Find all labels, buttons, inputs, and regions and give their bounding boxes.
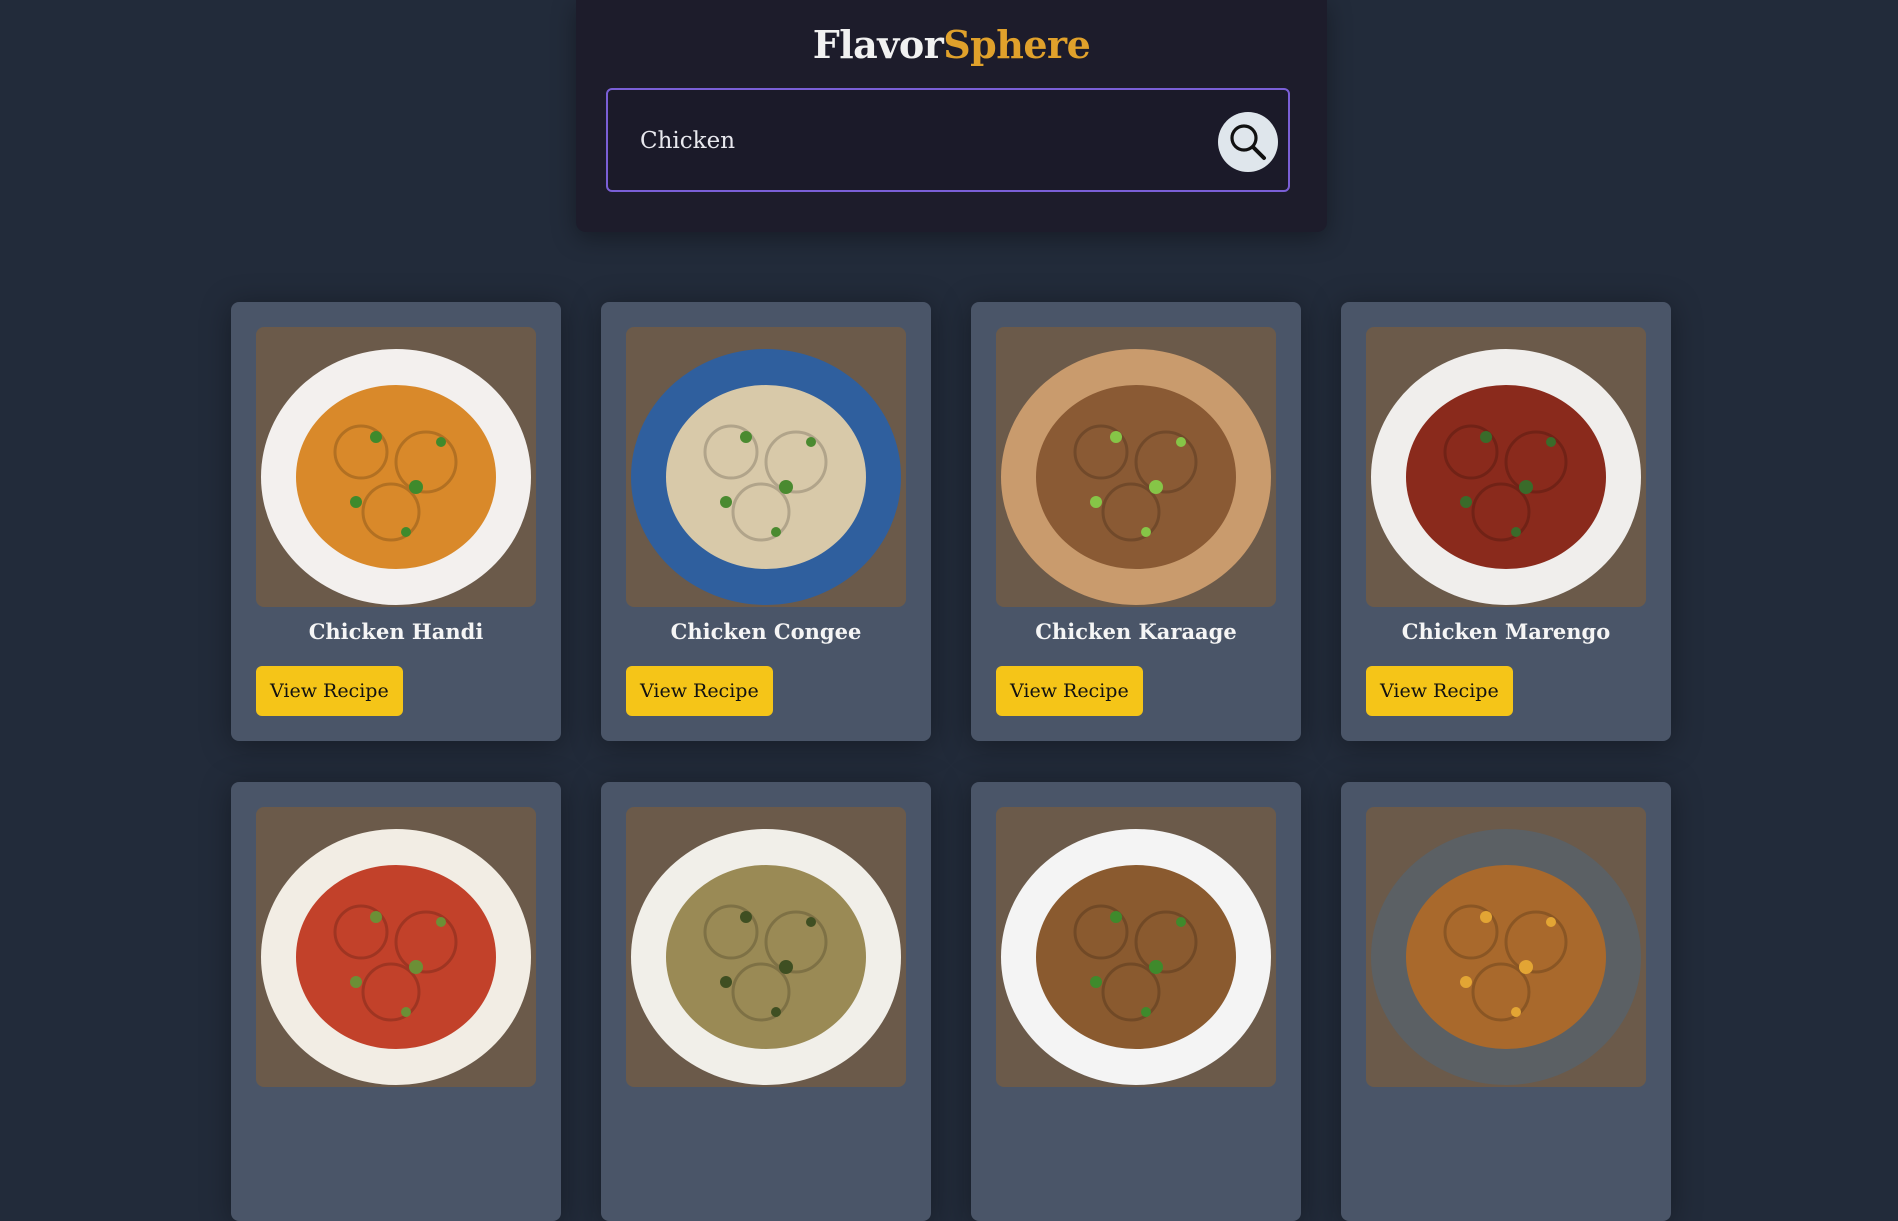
search-icon bbox=[1230, 124, 1266, 160]
recipe-card bbox=[1341, 782, 1671, 1221]
recipe-card bbox=[601, 782, 931, 1221]
recipe-title: Chicken Marengo bbox=[1401, 619, 1611, 644]
search-bar bbox=[606, 88, 1290, 192]
view-recipe-button[interactable]: View Recipe bbox=[626, 666, 773, 716]
search-input[interactable] bbox=[638, 116, 1202, 166]
header-panel: FlavorSphere bbox=[576, 0, 1327, 232]
view-recipe-button[interactable]: View Recipe bbox=[1366, 666, 1513, 716]
recipe-card: Chicken Handi View Recipe bbox=[231, 302, 561, 741]
recipe-image bbox=[256, 327, 536, 607]
recipe-image bbox=[626, 807, 906, 1087]
brand-logo: FlavorSphere bbox=[576, 22, 1327, 67]
recipe-title: Chicken Congee bbox=[670, 619, 862, 644]
view-recipe-button[interactable]: View Recipe bbox=[996, 666, 1143, 716]
recipe-title: Chicken Karaage bbox=[1035, 619, 1237, 644]
search-button[interactable] bbox=[1218, 112, 1278, 172]
recipe-title: Chicken Handi bbox=[308, 619, 484, 644]
recipe-image bbox=[626, 327, 906, 607]
recipe-card: Chicken Karaage View Recipe bbox=[971, 302, 1301, 741]
recipe-image bbox=[1366, 327, 1646, 607]
recipe-image bbox=[996, 807, 1276, 1087]
recipe-card bbox=[971, 782, 1301, 1221]
view-recipe-button[interactable]: View Recipe bbox=[256, 666, 403, 716]
recipe-image bbox=[256, 807, 536, 1087]
recipe-card: Chicken Marengo View Recipe bbox=[1341, 302, 1671, 741]
recipe-image bbox=[996, 327, 1276, 607]
recipe-card: Chicken Congee View Recipe bbox=[601, 302, 931, 741]
recipe-image bbox=[1366, 807, 1646, 1087]
brand-part-2: Sphere bbox=[943, 22, 1091, 67]
brand-part-1: Flavor bbox=[812, 22, 944, 67]
recipe-card bbox=[231, 782, 561, 1221]
